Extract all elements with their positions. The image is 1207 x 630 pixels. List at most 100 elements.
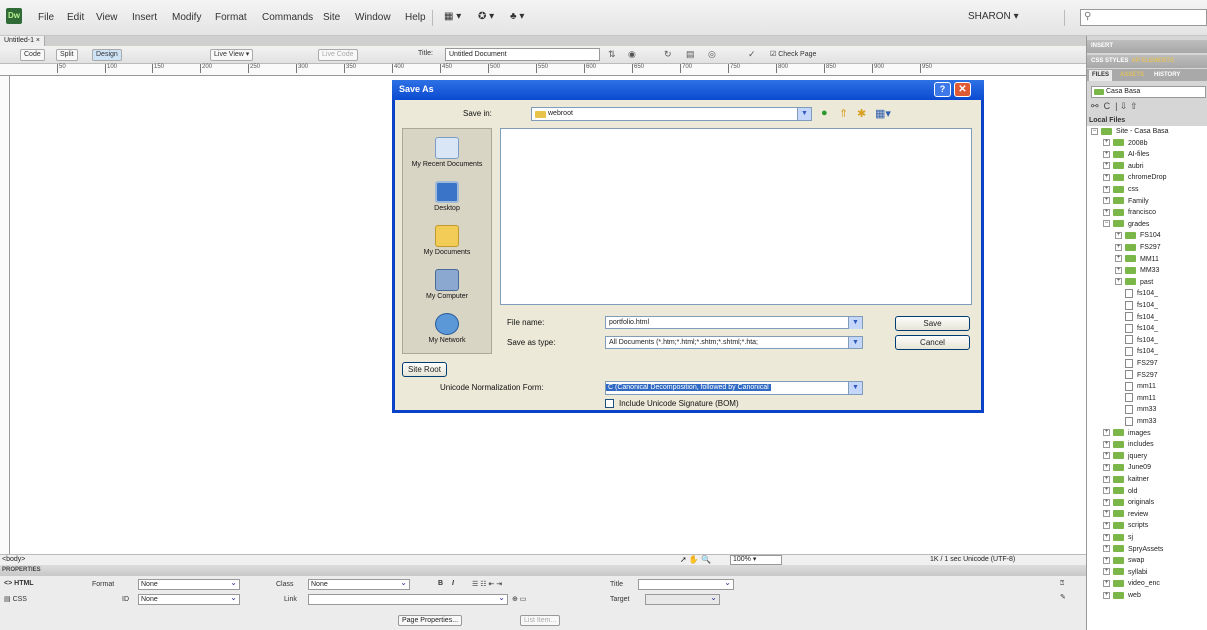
file-tree-item[interactable]: mm11 [1115, 393, 1156, 404]
file-tree-item[interactable]: + FS104 [1115, 230, 1161, 241]
site-icon[interactable]: ♣ ▾ [510, 11, 524, 22]
file-tree-item[interactable]: + FS297 [1115, 242, 1161, 253]
unicode-normalization-select[interactable]: C (Canonical Decomposition, followed by … [605, 381, 863, 395]
properties-header[interactable]: PROPERTIES [0, 565, 1086, 576]
up-folder-icon[interactable]: ⇑ [839, 107, 848, 120]
expand-icon[interactable]: + [1103, 533, 1110, 541]
document-title-input[interactable]: Untitled Document [445, 48, 600, 61]
id-select[interactable]: None [138, 593, 240, 605]
tag-selector[interactable]: <body> [2, 556, 25, 563]
page-properties-button[interactable]: Page Properties... [398, 615, 463, 626]
file-tree-item[interactable]: + AI-files [1103, 149, 1149, 160]
file-list[interactable] [500, 128, 972, 305]
file-tree-item[interactable]: + originals [1103, 497, 1154, 508]
file-tree-item[interactable]: + sj [1103, 532, 1133, 543]
file-tree-item[interactable]: + old [1103, 486, 1137, 497]
bom-checkbox[interactable] [605, 399, 614, 408]
file-tree-item[interactable]: + kaitner [1103, 474, 1149, 485]
collapse-icon[interactable]: − [1091, 127, 1098, 135]
expand-icon[interactable]: + [1103, 568, 1110, 576]
site-root-button[interactable]: Site Root [402, 362, 447, 377]
file-name-input[interactable]: portfolio.html ▼ [605, 316, 863, 329]
expand-icon[interactable]: + [1103, 185, 1110, 193]
select-tool-icon[interactable]: ➚ ✋ 🔍 [680, 555, 711, 564]
expand-icon[interactable]: + [1103, 208, 1110, 216]
expand-icon[interactable]: + [1103, 197, 1110, 205]
expand-icon[interactable]: + [1103, 475, 1110, 483]
new-folder-icon[interactable]: ✱ [857, 107, 866, 120]
dialog-titlebar[interactable]: Save As ? ✕ [392, 80, 984, 100]
target-select[interactable] [645, 593, 720, 605]
file-tree-item[interactable]: + chromeDrop [1103, 172, 1167, 183]
expand-icon[interactable]: + [1103, 498, 1110, 506]
place-desktop[interactable]: Desktop [403, 181, 491, 212]
save-in-select[interactable]: webroot ▼ [531, 107, 812, 121]
file-tree-item[interactable]: + MM11 [1115, 254, 1159, 265]
file-tree-item[interactable]: + MM33 [1115, 265, 1159, 276]
file-tree-item[interactable]: + review [1103, 509, 1148, 520]
bold-button[interactable]: B [438, 580, 443, 587]
view-menu-icon[interactable]: ▦▾ [875, 107, 891, 120]
file-tree-item[interactable]: + past [1115, 277, 1153, 288]
file-tree-item[interactable]: + web [1103, 590, 1141, 601]
place-my-documents[interactable]: My Documents [403, 225, 491, 256]
live-view-button[interactable]: Live View ▾ [210, 49, 254, 61]
file-tree-item[interactable]: + includes [1103, 439, 1154, 450]
italic-button[interactable]: I [452, 580, 454, 587]
quick-tag-editor-icon[interactable]: ✎ [1060, 593, 1066, 601]
file-tree-item[interactable]: fs104_ [1115, 323, 1158, 334]
get-files-icon[interactable]: ⇩ [1120, 101, 1128, 111]
expand-icon[interactable]: + [1103, 429, 1110, 437]
put-files-icon[interactable]: ⇧ [1130, 101, 1138, 111]
expand-icon[interactable]: + [1115, 266, 1122, 274]
menu-modify[interactable]: Modify [172, 12, 201, 23]
place-recent-documents[interactable]: My Recent Documents [403, 137, 491, 168]
file-tree-item[interactable]: fs104_ [1115, 335, 1158, 346]
css-styles-panel-header[interactable]: CSS STYLES AP ELEMENTS [1087, 55, 1207, 68]
expand-icon[interactable]: + [1115, 243, 1122, 251]
file-tree-item[interactable]: mm33 [1115, 404, 1156, 415]
expand-icon[interactable]: + [1115, 278, 1122, 286]
refresh-files-icon[interactable]: C [1104, 101, 1111, 111]
help-icon[interactable]: ⍰ [1060, 580, 1064, 588]
place-my-computer[interactable]: My Computer [403, 269, 491, 300]
file-tree-item[interactable]: fs104_ [1115, 300, 1158, 311]
validate-icon[interactable]: ✓ [748, 49, 756, 60]
title-prop-input[interactable] [638, 578, 734, 590]
menu-help[interactable]: Help [405, 12, 426, 23]
file-tree-item[interactable]: − Site - Casa Basa [1091, 126, 1169, 137]
expand-icon[interactable]: + [1103, 452, 1110, 460]
file-tree-item[interactable]: − grades [1103, 219, 1149, 230]
file-tree-item[interactable]: + Family [1103, 196, 1149, 207]
file-tree-item[interactable]: + aubri [1103, 161, 1144, 172]
tab-assets[interactable]: ASSETS [1117, 70, 1147, 81]
connect-icon[interactable]: ⚯ [1091, 101, 1099, 111]
html-mode-button[interactable]: <> HTML [4, 580, 34, 587]
view-options-icon[interactable]: ▤ [686, 49, 695, 60]
layout-icon[interactable]: ▦ ▾ [444, 11, 461, 22]
chevron-down-icon[interactable]: ▼ [848, 317, 862, 329]
file-tree-item[interactable]: fs104_ [1115, 346, 1158, 357]
class-select[interactable]: None [308, 578, 410, 590]
file-tree-item[interactable]: + francisco [1103, 207, 1156, 218]
file-tree-item[interactable]: + images [1103, 428, 1151, 439]
menu-file[interactable]: File [38, 12, 54, 23]
check-page-button[interactable]: ☑ Check Page [770, 50, 816, 58]
expand-icon[interactable]: + [1103, 591, 1110, 599]
menu-edit[interactable]: Edit [67, 12, 84, 23]
help-search-input[interactable]: ⚲ [1080, 9, 1207, 26]
preview-browser-icon[interactable]: ◉ [628, 49, 636, 60]
expand-icon[interactable]: + [1115, 232, 1122, 240]
help-icon[interactable]: ? [934, 82, 951, 97]
file-tree-item[interactable]: mm33 [1115, 416, 1156, 427]
menu-view[interactable]: View [96, 12, 118, 23]
back-icon[interactable]: ● [821, 107, 828, 119]
point-to-file-icon[interactable]: ⊕ ▭ [512, 595, 526, 603]
file-tree-item[interactable]: + syllabi [1103, 567, 1147, 578]
file-tree-item[interactable]: FS297 [1115, 370, 1158, 381]
split-view-button[interactable]: Split [56, 49, 78, 61]
extend-icon[interactable]: ✪ ▾ [478, 11, 494, 22]
save-button[interactable]: Save [895, 316, 970, 331]
file-tree-item[interactable]: fs104_ [1115, 312, 1158, 323]
file-tree-item[interactable]: + scripts [1103, 520, 1148, 531]
